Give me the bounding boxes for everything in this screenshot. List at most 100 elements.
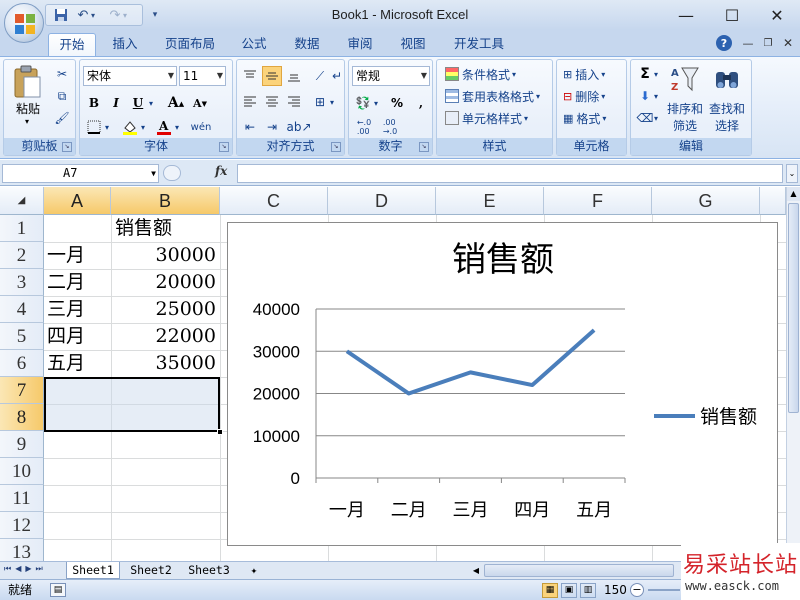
fill-dropdown-icon[interactable]: ▾ — [651, 86, 661, 106]
shrink-font-icon[interactable]: A ▼ — [190, 93, 210, 113]
zoom-out-icon[interactable]: − — [630, 583, 644, 597]
zoom-level[interactable]: 150 — [604, 582, 627, 598]
align-bottom-icon[interactable] — [284, 66, 304, 86]
sheet-tab-3[interactable]: Sheet3 — [182, 562, 236, 579]
normal-view-icon[interactable]: ▦ — [542, 583, 558, 598]
delete-cells-button[interactable]: ⊟ 删除 ▾ — [563, 86, 605, 106]
vertical-scrollbar[interactable]: ▲ ▼ — [786, 187, 800, 561]
column-header-a[interactable]: A — [44, 187, 111, 215]
ribbon-close-icon[interactable]: ✕ — [780, 35, 796, 51]
align-top-icon[interactable] — [240, 66, 260, 86]
cell-styles-button[interactable]: 单元格样式 ▾ — [445, 108, 528, 128]
cell-b2[interactable]: 30000 — [111, 242, 220, 269]
paste-button[interactable]: 粘贴 — [8, 100, 48, 116]
cell-a6[interactable]: 五月 — [44, 350, 111, 377]
font-launcher-icon[interactable]: ↘ — [219, 142, 229, 152]
row-header-4[interactable]: 4 — [0, 296, 44, 323]
expand-formula-bar-icon[interactable]: ⌄ — [786, 164, 798, 183]
cell-a5[interactable]: 四月 — [44, 323, 111, 350]
sheet-tab-2[interactable]: Sheet2 — [124, 562, 178, 579]
autosum-dropdown-icon[interactable]: ▾ — [651, 64, 661, 84]
column-header-c[interactable]: C — [220, 187, 328, 215]
formula-bar-resize-handle[interactable] — [163, 165, 181, 181]
name-box[interactable]: A7 ▼ — [2, 164, 159, 183]
cell-b6[interactable]: 35000 — [111, 350, 220, 377]
hscroll-left-icon[interactable]: ◀ — [470, 563, 482, 578]
filter-label[interactable]: 筛选 — [665, 117, 705, 133]
ribbon-minimize-icon[interactable]: — — [740, 35, 756, 51]
insert-function-icon[interactable]: fx — [215, 164, 227, 178]
column-header-e[interactable]: E — [436, 187, 544, 215]
column-header-f[interactable]: F — [544, 187, 652, 215]
page-layout-view-icon[interactable]: ▣ — [561, 583, 577, 598]
sheet-nav-icons[interactable]: ⏮◀▶⏭ — [4, 564, 64, 578]
row-header-10[interactable]: 10 — [0, 458, 44, 485]
tab-developer[interactable]: 开发工具 — [446, 33, 512, 56]
row-header-9[interactable]: 9 — [0, 431, 44, 458]
bold-icon[interactable]: B — [84, 93, 104, 113]
tab-data[interactable]: 数据 — [286, 33, 328, 56]
horizontal-scroll-thumb[interactable] — [484, 564, 674, 577]
find-label[interactable]: 查找和 — [707, 100, 747, 116]
column-header-g[interactable]: G — [652, 187, 760, 215]
cell-selection-a7-b8[interactable] — [44, 377, 220, 432]
tab-review[interactable]: 审阅 — [339, 33, 381, 56]
format-as-table-button[interactable]: 套用表格格式 ▾ — [445, 86, 540, 106]
comma-icon[interactable]: , — [411, 93, 431, 113]
macro-record-icon[interactable]: ▤ — [50, 583, 66, 597]
row-header-11[interactable]: 11 — [0, 485, 44, 512]
tab-insert[interactable]: 插入 — [104, 33, 146, 56]
conditional-format-button[interactable]: 条件格式 ▾ — [445, 64, 516, 84]
zoom-slider[interactable] — [648, 589, 680, 591]
cell-b1[interactable]: 销售额 — [112, 215, 220, 242]
clear-dropdown-icon[interactable]: ▾ — [651, 108, 661, 128]
row-header-8[interactable]: 8 — [0, 404, 44, 431]
number-format-dropdown-icon[interactable]: ▼ — [421, 67, 427, 85]
tab-home[interactable]: 开始 — [48, 33, 96, 56]
cell-a4[interactable]: 三月 — [44, 296, 111, 323]
number-format-combo[interactable]: 常规 ▼ — [352, 66, 430, 86]
sort-label[interactable]: 排序和 — [665, 100, 705, 116]
fill-color-icon[interactable] — [120, 117, 140, 137]
office-button[interactable] — [4, 3, 44, 43]
decrease-decimal-icon[interactable]: .00 →.0 — [379, 117, 401, 137]
borders-icon[interactable] — [84, 117, 104, 137]
sheet-tab-1[interactable]: Sheet1 — [66, 562, 120, 579]
font-name-combo[interactable]: 宋体 ▼ — [83, 66, 177, 86]
insert-sheet-icon[interactable]: ✦ — [242, 562, 266, 579]
column-header-d[interactable]: D — [328, 187, 436, 215]
italic-icon[interactable]: I — [106, 93, 126, 113]
font-color-dropdown-icon[interactable]: ▾ — [172, 117, 182, 137]
select-label[interactable]: 选择 — [707, 117, 747, 133]
cell-b3[interactable]: 20000 — [111, 269, 220, 296]
accounting-dropdown-icon[interactable]: ▾ — [371, 93, 381, 113]
cell-a3[interactable]: 二月 — [44, 269, 111, 296]
line-chart[interactable]: 销售额 0 10000 20000 30000 40000 一月 二月 三月 四月 五月 销售额 — [227, 222, 778, 546]
underline-icon[interactable]: U — [128, 93, 148, 113]
align-center-icon[interactable] — [262, 92, 282, 112]
copy-icon[interactable]: ⧉ — [52, 86, 72, 106]
merge-dropdown-icon[interactable]: ▾ — [327, 92, 337, 112]
row-header-12[interactable]: 12 — [0, 512, 44, 539]
number-launcher-icon[interactable]: ↘ — [419, 142, 429, 152]
align-left-icon[interactable] — [240, 92, 260, 112]
worksheet-grid[interactable]: ◢ A B C D E F G 1 2 3 4 5 6 7 8 9 10 11 … — [0, 187, 786, 561]
align-right-icon[interactable] — [284, 92, 304, 112]
cell-b5[interactable]: 22000 — [111, 323, 220, 350]
column-header-h[interactable] — [760, 187, 786, 215]
increase-indent-icon[interactable]: ⇥ — [262, 117, 282, 137]
close-button[interactable]: ✕ — [754, 0, 800, 30]
phonetic-icon[interactable]: wén — [188, 117, 214, 137]
tab-page-layout[interactable]: 页面布局 — [158, 33, 222, 56]
accounting-icon[interactable]: 💱 — [353, 93, 373, 113]
column-header-b[interactable]: B — [111, 187, 220, 215]
row-header-3[interactable]: 3 — [0, 269, 44, 296]
percent-icon[interactable]: % — [387, 93, 407, 113]
text-direction-icon[interactable]: ab↗ — [286, 117, 312, 137]
row-header-1[interactable]: 1 — [0, 215, 44, 242]
row-header-5[interactable]: 5 — [0, 323, 44, 350]
underline-dropdown-icon[interactable]: ▾ — [146, 93, 156, 113]
fill-color-dropdown-icon[interactable]: ▾ — [138, 117, 148, 137]
ribbon-restore-icon[interactable]: ❐ — [760, 35, 776, 51]
format-cells-button[interactable]: ▦ 格式 ▾ — [563, 108, 606, 128]
